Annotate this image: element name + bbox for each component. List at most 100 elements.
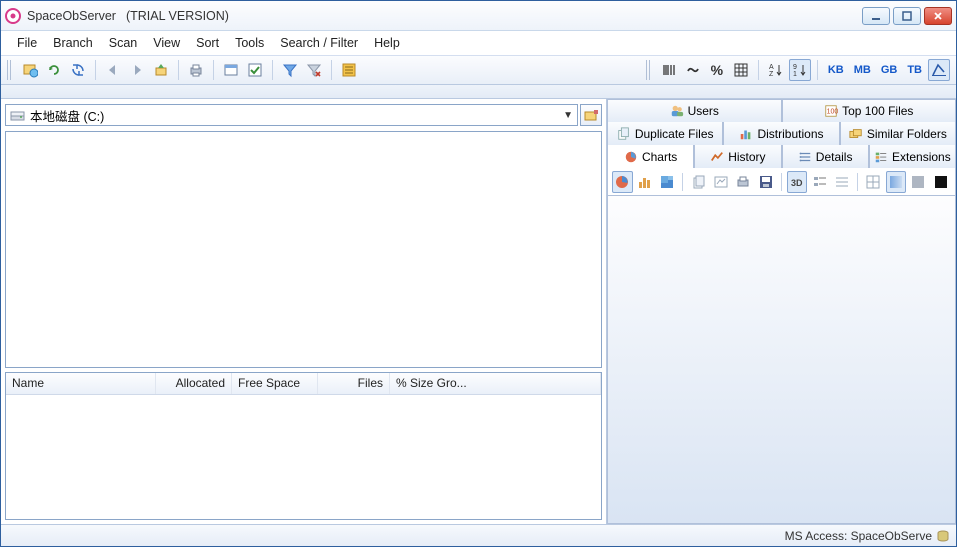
new-scan-icon[interactable] <box>19 59 41 81</box>
unit-gb[interactable]: GB <box>877 59 902 81</box>
chart-gray-icon[interactable] <box>908 171 928 193</box>
tab-duplicate-files[interactable]: Duplicate Files <box>607 122 723 145</box>
tab-ext-label: Extensions <box>892 150 951 164</box>
table-body[interactable] <box>6 395 601 519</box>
sort-91-icon[interactable]: 91 <box>789 59 811 81</box>
tab-users-label: Users <box>688 104 719 118</box>
chevron-down-icon: ▼ <box>563 110 573 121</box>
clear-filter-icon[interactable] <box>303 59 325 81</box>
minimize-button[interactable] <box>862 7 890 25</box>
maximize-button[interactable] <box>893 7 921 25</box>
refresh-icon[interactable] <box>43 59 65 81</box>
chart-legend-icon[interactable] <box>809 171 829 193</box>
unit-mb[interactable]: MB <box>850 59 875 81</box>
tilde-icon[interactable] <box>682 59 704 81</box>
extensions-icon <box>874 150 888 164</box>
menu-bar: File Branch Scan View Sort Tools Search … <box>1 31 956 55</box>
tab-top100-label: Top 100 Files <box>842 104 913 118</box>
unit-tb[interactable]: TB <box>903 59 926 81</box>
unit-kb[interactable]: KB <box>824 59 848 81</box>
barcode-icon[interactable] <box>658 59 680 81</box>
rescan-icon[interactable] <box>67 59 89 81</box>
print-icon[interactable] <box>185 59 207 81</box>
percent-icon[interactable]: % <box>706 59 728 81</box>
directory-tree[interactable] <box>5 131 602 368</box>
menu-view[interactable]: View <box>145 34 188 52</box>
export-icon[interactable] <box>220 59 242 81</box>
toolbar-grip[interactable] <box>7 60 13 80</box>
menu-branch[interactable]: Branch <box>45 34 101 52</box>
tab-details[interactable]: Details <box>782 145 869 168</box>
similar-folders-icon <box>849 127 863 141</box>
chart-black-icon[interactable] <box>931 171 951 193</box>
left-pane: 本地磁盘 (C:) ▼ Name Allocated Free Space Fi… <box>1 99 607 524</box>
chart-copy-icon[interactable] <box>688 171 708 193</box>
duplicate-icon <box>617 127 631 141</box>
menu-search-filter[interactable]: Search / Filter <box>272 34 366 52</box>
col-files[interactable]: Files <box>318 373 390 394</box>
sort-az-icon[interactable]: AZ <box>765 59 787 81</box>
charts-icon <box>624 150 638 164</box>
tab-distributions[interactable]: Distributions <box>723 122 839 145</box>
tab-dup-label: Duplicate Files <box>635 127 714 141</box>
table-header: Name Allocated Free Space Files % Size G… <box>6 373 601 395</box>
menu-sort[interactable]: Sort <box>188 34 227 52</box>
tab-extensions[interactable]: Extensions <box>869 145 956 168</box>
col-sizegrow[interactable]: % Size Gro... <box>390 373 601 394</box>
grid-icon[interactable] <box>730 59 752 81</box>
tab-users[interactable]: Users <box>607 99 782 122</box>
check-icon[interactable] <box>244 59 266 81</box>
tab-charts[interactable]: Charts <box>607 145 694 168</box>
chart-save-icon[interactable] <box>756 171 776 193</box>
chart-treemap-icon[interactable] <box>657 171 677 193</box>
svg-text:9: 9 <box>793 64 797 71</box>
close-button[interactable] <box>924 7 952 25</box>
menu-tools[interactable]: Tools <box>227 34 272 52</box>
menu-help[interactable]: Help <box>366 34 408 52</box>
app-icon <box>5 8 21 24</box>
filter-icon[interactable] <box>279 59 301 81</box>
status-db-label: MS Access: SpaceObServe <box>785 529 932 543</box>
chart-gradient-icon[interactable] <box>886 171 907 193</box>
menu-scan[interactable]: Scan <box>101 34 146 52</box>
chart-print-icon[interactable] <box>733 171 753 193</box>
drive-browse-button[interactable] <box>580 104 602 126</box>
users-icon <box>670 104 684 118</box>
col-free[interactable]: Free Space <box>232 373 318 394</box>
detail-table: Name Allocated Free Space Files % Size G… <box>5 372 602 520</box>
history-icon <box>710 150 724 164</box>
unit-auto-icon[interactable] <box>928 59 950 81</box>
up-icon[interactable] <box>150 59 172 81</box>
tab-similar-folders[interactable]: Similar Folders <box>840 122 956 145</box>
tab-history[interactable]: History <box>694 145 781 168</box>
trial-label: (TRIAL VERSION) <box>126 9 229 23</box>
drive-combo[interactable]: 本地磁盘 (C:) ▼ <box>5 104 578 126</box>
status-db-icon <box>936 529 950 543</box>
chart-3d-icon[interactable]: 3D <box>787 171 808 193</box>
right-pane: Users 100 Top 100 Files Duplicate Files … <box>607 99 956 524</box>
chart-pie-icon[interactable] <box>612 171 633 193</box>
col-name[interactable]: Name <box>6 373 156 394</box>
forward-icon[interactable] <box>126 59 148 81</box>
chart-grid-icon[interactable] <box>863 171 883 193</box>
chart-area[interactable] <box>607 196 956 524</box>
tab-dist-label: Distributions <box>757 127 823 141</box>
svg-text:3D: 3D <box>791 178 803 188</box>
svg-text:Z: Z <box>769 71 774 78</box>
chart-bar-icon[interactable] <box>635 171 655 193</box>
back-icon[interactable] <box>102 59 124 81</box>
details-icon <box>798 150 812 164</box>
tab-details-label: Details <box>816 150 853 164</box>
tab-top100[interactable]: 100 Top 100 Files <box>782 99 957 122</box>
menu-file[interactable]: File <box>9 34 45 52</box>
top100-icon: 100 <box>824 104 838 118</box>
toolbar-grip-2[interactable] <box>646 60 652 80</box>
chart-export-icon[interactable] <box>711 171 731 193</box>
svg-text:A: A <box>769 64 774 71</box>
options-icon[interactable] <box>338 59 360 81</box>
chart-lines-icon[interactable] <box>832 171 852 193</box>
drive-label: 本地磁盘 (C:) <box>30 106 104 125</box>
drive-icon <box>10 107 26 123</box>
col-allocated[interactable]: Allocated <box>156 373 232 394</box>
tab-charts-label: Charts <box>642 150 677 164</box>
